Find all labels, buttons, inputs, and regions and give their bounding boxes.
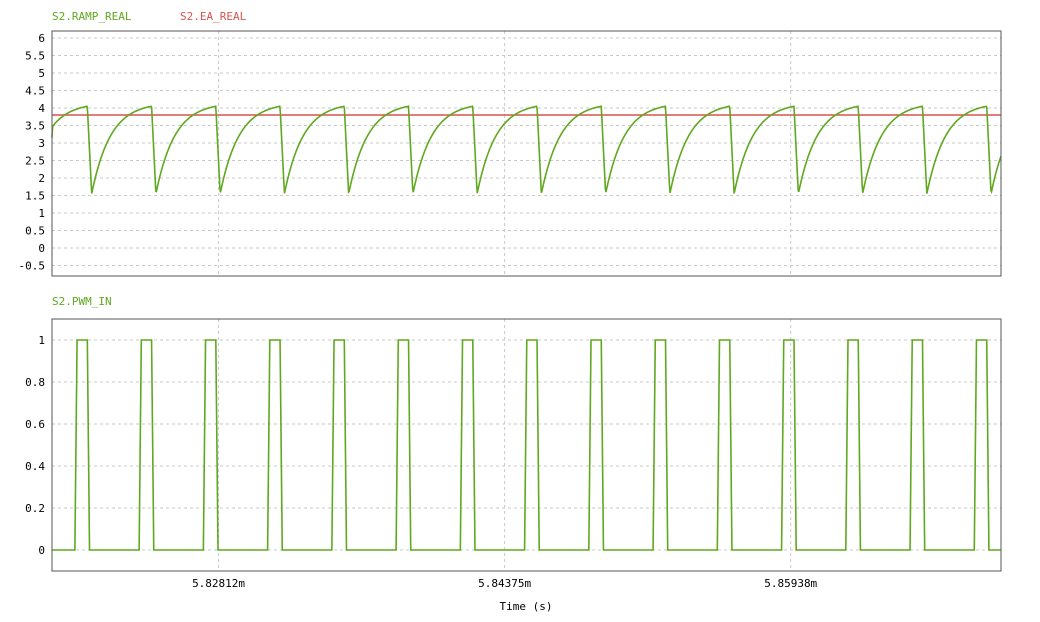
top-y-tick-label: 6 bbox=[38, 32, 45, 45]
legend-ramp-real: S2.RAMP_REAL bbox=[52, 10, 132, 23]
x-tick-label: 5.85938m bbox=[764, 577, 817, 590]
bottom-panel: S2.PWM_IN 1 0.8 0.6 0.4 0.2 0 bbox=[25, 295, 1002, 572]
top-y-tick-label: 4.5 bbox=[25, 85, 45, 98]
top-y-tick-label: 5 bbox=[38, 67, 45, 80]
bottom-y-tick-label: 1 bbox=[38, 334, 45, 347]
bottom-y-tick-label: 0.2 bbox=[25, 502, 45, 515]
top-y-tick-label: 2 bbox=[38, 172, 45, 185]
legend-pwm-in: S2.PWM_IN bbox=[52, 295, 112, 308]
bottom-y-tick-label: 0.6 bbox=[25, 418, 45, 431]
x-tick-label: 5.82812m bbox=[192, 577, 245, 590]
top-y-tick-label: 4 bbox=[38, 102, 45, 115]
bottom-y-tick-label: 0 bbox=[38, 544, 45, 557]
top-y-tick-label: -0.5 bbox=[19, 260, 46, 273]
top-panel: S2.RAMP_REAL S2.EA_REAL 6 5.5 5 4.5 4 3.5 3 2.5… bbox=[19, 10, 1002, 277]
bottom-y-tick-labels: 1 0.8 0.6 0.4 0.2 0 bbox=[25, 334, 45, 557]
top-y-tick-labels: 6 5.5 5 4.5 4 3.5 3 2.5 2 1.5 1 0.5 0 -0.5 bbox=[19, 32, 46, 273]
x-axis-label: Time (s) bbox=[500, 600, 553, 613]
bottom-y-tick-label: 0.4 bbox=[25, 460, 45, 473]
bottom-y-tick-label: 0.8 bbox=[25, 376, 45, 389]
x-tick-label: 5.84375m bbox=[478, 577, 531, 590]
top-y-tick-label: 3 bbox=[38, 137, 45, 150]
top-y-tick-label: 0.5 bbox=[25, 225, 45, 238]
series-ramp-real-line bbox=[51, 105, 1002, 195]
top-y-tick-label: 1 bbox=[38, 207, 45, 220]
top-y-tick-label: 3.5 bbox=[25, 120, 45, 133]
top-y-tick-label: 2.5 bbox=[25, 155, 45, 168]
top-y-tick-label: 0 bbox=[38, 242, 45, 255]
top-plot-frame bbox=[51, 30, 1002, 277]
top-grid bbox=[52, 31, 1001, 276]
x-tick-labels: 5.82812m 5.84375m 5.85938m bbox=[192, 577, 818, 590]
top-y-tick-label: 5.5 bbox=[25, 50, 45, 63]
legend-ea-real: S2.EA_REAL bbox=[180, 10, 247, 23]
chart-canvas: S2.RAMP_REAL S2.EA_REAL 6 5.5 5 4.5 4 3.5 3 2.5… bbox=[19, 10, 1002, 613]
top-y-tick-label: 1.5 bbox=[25, 190, 45, 203]
series-pwm-in-line bbox=[52, 339, 1001, 551]
